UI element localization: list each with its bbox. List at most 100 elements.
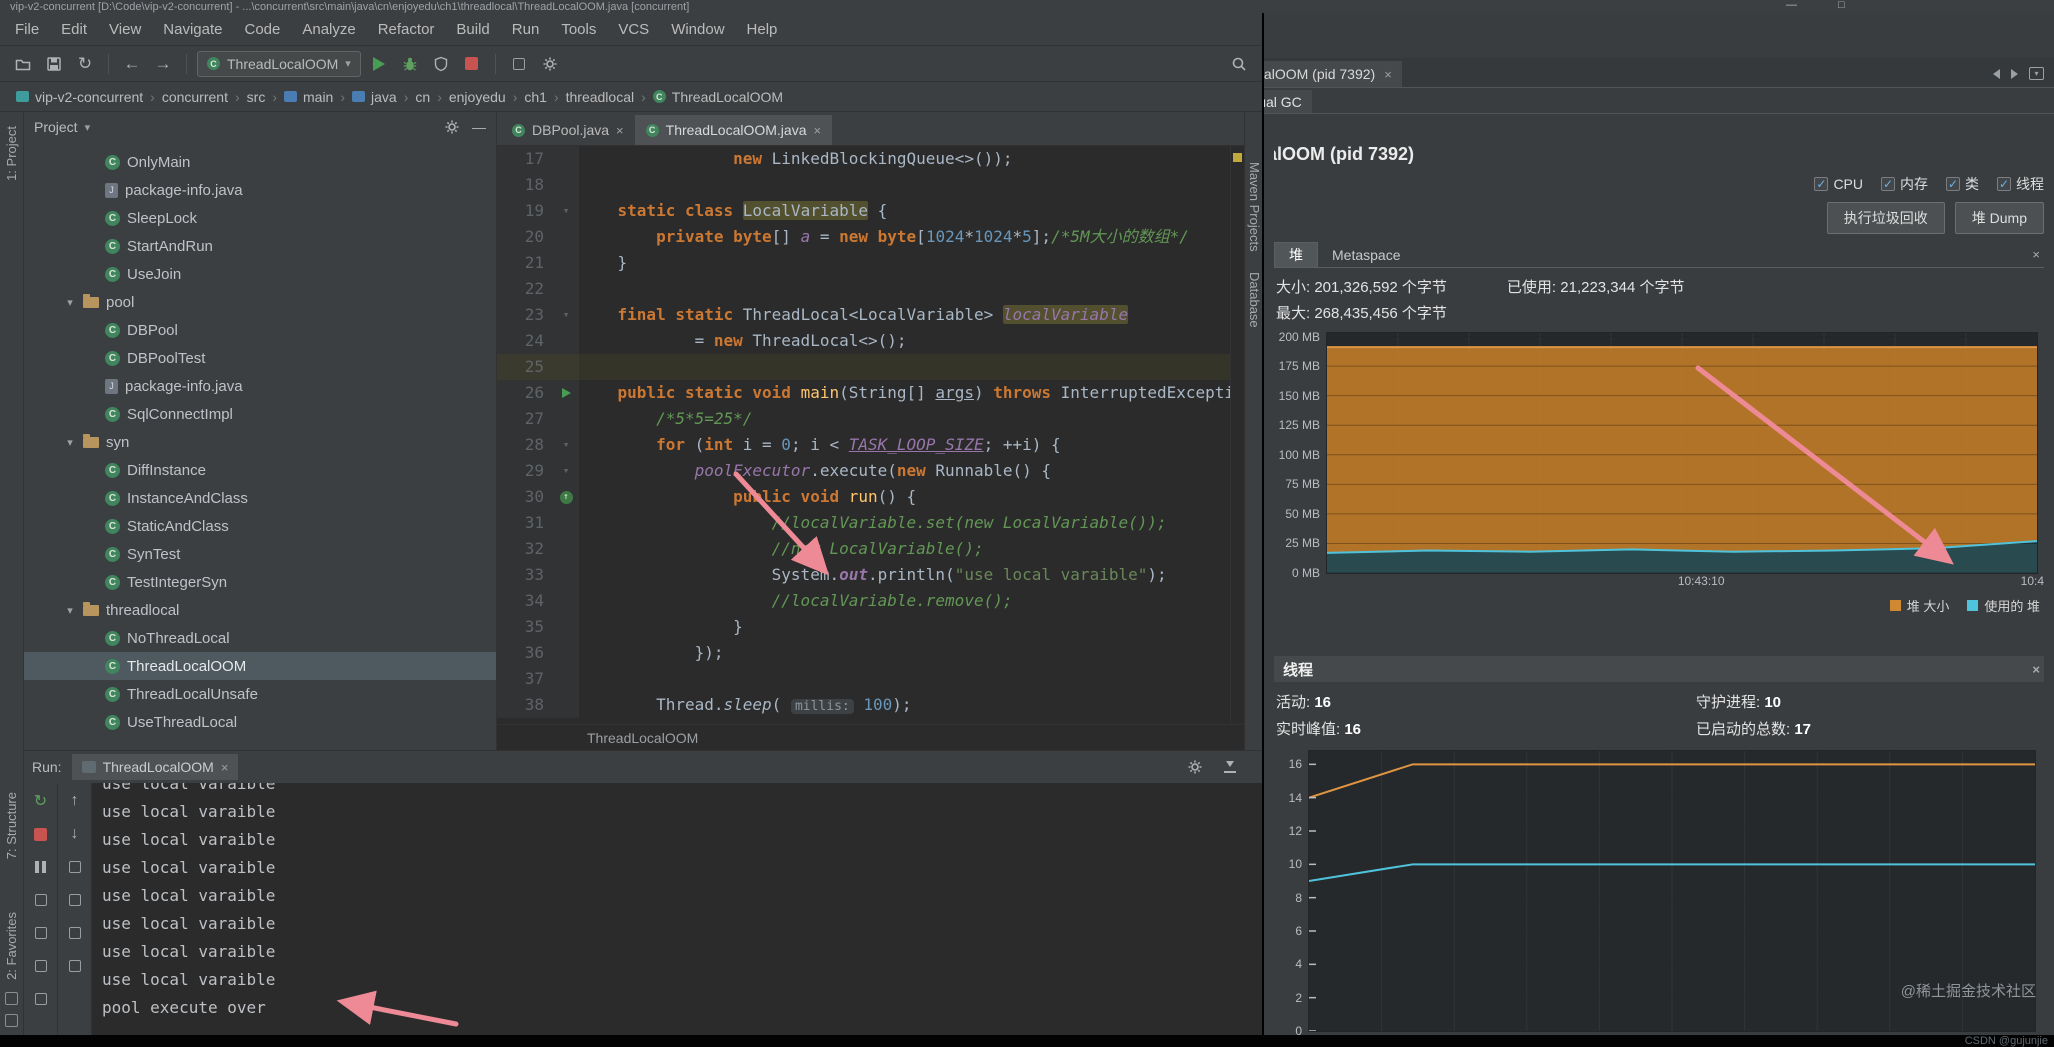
rerun-button[interactable]: ↻ xyxy=(32,792,50,810)
stop-button[interactable] xyxy=(459,51,485,77)
project-tree-item-UseThreadLocal[interactable]: CUseThreadLocal xyxy=(24,708,496,736)
console-tool-icon[interactable] xyxy=(66,858,84,876)
gear-icon[interactable] xyxy=(1182,754,1208,780)
tool-window-button-favorites[interactable]: 2: Favorites xyxy=(4,912,19,980)
implement-marker-icon[interactable]: ↑ xyxy=(560,491,573,504)
run-configuration-select[interactable]: C ThreadLocalOOM ▾ xyxy=(197,51,361,77)
project-tree-item-NoThreadLocal[interactable]: CNoThreadLocal xyxy=(24,624,496,652)
tool-window-button-maven[interactable]: Maven Projects xyxy=(1247,162,1262,252)
close-icon[interactable]: × xyxy=(616,123,624,138)
checkbox-类[interactable]: ✓类 xyxy=(1946,174,1979,194)
menu-item-tools[interactable]: Tools xyxy=(550,21,607,38)
project-tree-item-package-info.java[interactable]: Jpackage-info.java xyxy=(24,176,496,204)
tab-list-icon[interactable]: ▾ xyxy=(2029,67,2044,80)
editor-tab-DBPool.java[interactable]: CDBPool.java× xyxy=(501,115,635,145)
breadcrumb-item-ch1[interactable]: ch1 xyxy=(522,89,549,105)
tree-expand-icon[interactable]: ▾ xyxy=(64,436,76,449)
hide-panel-icon[interactable]: — xyxy=(472,119,486,135)
breadcrumb-item-enjoyedu[interactable]: enjoyedu xyxy=(447,89,508,105)
menu-item-edit[interactable]: Edit xyxy=(50,21,98,38)
editor-tab-ThreadLocalOOM.java[interactable]: CThreadLocalOOM.java× xyxy=(635,115,832,145)
clear-all-button[interactable] xyxy=(32,990,50,1008)
breadcrumb-item-vip-v2-concurrent[interactable]: vip-v2-concurrent xyxy=(14,89,145,105)
close-icon[interactable]: × xyxy=(221,760,229,775)
tree-expand-icon[interactable]: ▾ xyxy=(64,296,76,309)
menu-item-view[interactable]: View xyxy=(98,21,152,38)
breadcrumb-item-cn[interactable]: cn xyxy=(413,89,432,105)
synchronize-icon[interactable]: ↻ xyxy=(72,51,98,77)
code-line-32[interactable]: 32 //new LocalVariable(); xyxy=(497,536,1244,562)
menu-item-vcs[interactable]: VCS xyxy=(607,21,660,38)
breadcrumb-item-threadlocal[interactable]: threadlocal xyxy=(564,89,637,105)
code-line-25[interactable]: 25 xyxy=(497,354,1244,380)
project-tree-item-InstanceAndClass[interactable]: CInstanceAndClass xyxy=(24,484,496,512)
project-tree-item-OnlyMain[interactable]: COnlyMain xyxy=(24,148,496,176)
settings-icon[interactable] xyxy=(537,51,563,77)
close-icon[interactable]: × xyxy=(2032,662,2040,677)
debug-button[interactable] xyxy=(397,51,423,77)
visual-gc-tab[interactable]: Visual GC xyxy=(1264,90,1312,113)
run-line-icon[interactable] xyxy=(562,388,571,398)
code-line-28[interactable]: 28▾ for (int i = 0; i < TASK_LOOP_SIZE; … xyxy=(497,432,1244,458)
console-tool-icon[interactable] xyxy=(66,957,84,975)
code-line-33[interactable]: 33 System.out.println("use local varaibl… xyxy=(497,562,1244,588)
menu-item-run[interactable]: Run xyxy=(501,21,551,38)
code-line-26[interactable]: 26 public static void main(String[] args… xyxy=(497,380,1244,406)
code-line-23[interactable]: 23▾ final static ThreadLocal<LocalVariab… xyxy=(497,302,1244,328)
project-tree-item-DBPoolTest[interactable]: CDBPoolTest xyxy=(24,344,496,372)
code-line-35[interactable]: 35 } xyxy=(497,614,1244,640)
run-button[interactable] xyxy=(366,51,392,77)
editor-scrollbar[interactable] xyxy=(1230,146,1244,724)
menu-item-window[interactable]: Window xyxy=(660,21,735,38)
console-output[interactable]: use local varaibleuse local varaibleuse … xyxy=(92,783,1262,1035)
console-tool-icon[interactable] xyxy=(32,891,50,909)
code-line-18[interactable]: 18 xyxy=(497,172,1244,198)
navigate-up-button[interactable]: ↑ xyxy=(66,792,84,810)
warning-stripe-mark[interactable] xyxy=(1233,153,1242,162)
menu-item-build[interactable]: Build xyxy=(445,21,500,38)
tab-堆[interactable]: 堆 xyxy=(1274,242,1318,267)
console-tool-icon[interactable] xyxy=(32,924,50,942)
menu-item-file[interactable]: File xyxy=(4,21,50,38)
breadcrumb-item-java[interactable]: java xyxy=(350,89,399,105)
menu-item-help[interactable]: Help xyxy=(736,21,789,38)
code-line-36[interactable]: 36 }); xyxy=(497,640,1244,666)
close-icon[interactable]: × xyxy=(1384,67,1392,82)
tool-window-button-project[interactable]: 1: Project xyxy=(4,126,19,181)
code-line-34[interactable]: 34 //localVariable.remove(); xyxy=(497,588,1244,614)
project-tree-item-threadlocal[interactable]: ▾threadlocal xyxy=(24,596,496,624)
tool-window-icon[interactable] xyxy=(5,1014,18,1027)
menu-item-code[interactable]: Code xyxy=(233,21,291,38)
breadcrumb-item-concurrent[interactable]: concurrent xyxy=(160,89,230,105)
project-tree-item-ThreadLocalUnsafe[interactable]: CThreadLocalUnsafe xyxy=(24,680,496,708)
pause-output-button[interactable] xyxy=(32,858,50,876)
menu-item-refactor[interactable]: Refactor xyxy=(367,21,446,38)
project-tree-item-pool[interactable]: ▾pool xyxy=(24,288,496,316)
tool-window-button-database[interactable]: Database xyxy=(1247,272,1262,328)
project-tree-item-SqlConnectImpl[interactable]: CSqlConnectImpl xyxy=(24,400,496,428)
console-tool-icon[interactable] xyxy=(32,957,50,975)
tool-window-icon[interactable] xyxy=(5,992,18,1005)
code-line-20[interactable]: 20 private byte[] a = new byte[1024*1024… xyxy=(497,224,1244,250)
run-tab[interactable]: ThreadLocalOOM × xyxy=(72,754,239,780)
project-tree-item-StartAndRun[interactable]: CStartAndRun xyxy=(24,232,496,260)
code-line-17[interactable]: 17 new LinkedBlockingQueue<>()); xyxy=(497,146,1244,172)
tree-expand-icon[interactable]: ▾ xyxy=(64,604,76,617)
build-icon[interactable] xyxy=(506,51,532,77)
project-tree-item-SynTest[interactable]: CSynTest xyxy=(24,540,496,568)
code-line-38[interactable]: 38 Thread.sleep( millis: 100); xyxy=(497,692,1244,718)
minimize-icon[interactable]: — xyxy=(1786,0,1797,12)
project-tree-item-ThreadLocalOOM[interactable]: CThreadLocalOOM xyxy=(24,652,496,680)
code-line-31[interactable]: 31 //localVariable.set(new LocalVariable… xyxy=(497,510,1244,536)
code-line-24[interactable]: 24 = new ThreadLocal<>(); xyxy=(497,328,1244,354)
maximize-icon[interactable]: □ xyxy=(1838,0,1845,12)
close-icon[interactable]: × xyxy=(813,123,821,138)
project-tree-item-UseJoin[interactable]: CUseJoin xyxy=(24,260,496,288)
coverage-button[interactable] xyxy=(428,51,454,77)
code-line-37[interactable]: 37 xyxy=(497,666,1244,692)
project-tree-item-DiffInstance[interactable]: CDiffInstance xyxy=(24,456,496,484)
breadcrumb-item-src[interactable]: src xyxy=(245,89,268,105)
code-line-29[interactable]: 29▾ poolExecutor.execute(new Runnable() … xyxy=(497,458,1244,484)
code-line-27[interactable]: 27 /*5*5=25*/ xyxy=(497,406,1244,432)
project-tree-item-syn[interactable]: ▾syn xyxy=(24,428,496,456)
